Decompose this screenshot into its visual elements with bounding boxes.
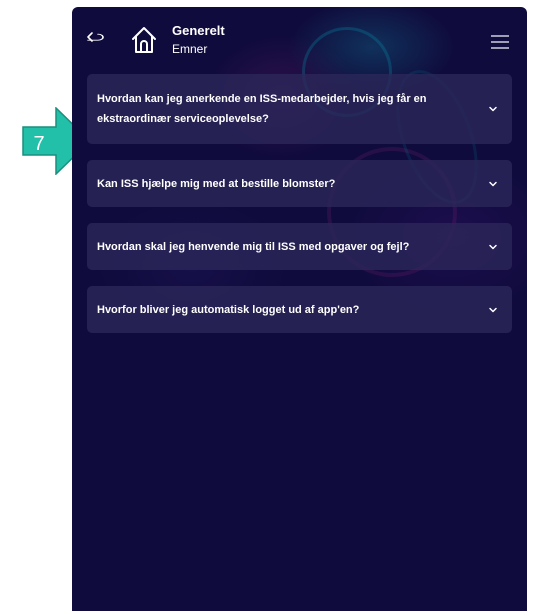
annotation-number: 7 (33, 133, 45, 155)
chevron-down-icon (489, 307, 497, 312)
faq-list: Hvordan kan jeg anerkende en ISS-medarbe… (87, 74, 512, 349)
faq-item[interactable]: Hvorfor bliver jeg automatisk logget ud … (87, 286, 512, 333)
faq-item[interactable]: Hvordan skal jeg henvende mig til ISS me… (87, 223, 512, 270)
app-panel: Generelt Emner Hvordan kan jeg anerkende… (72, 7, 527, 611)
faq-question: Kan ISS hjælpe mig med at bestille bloms… (97, 177, 336, 190)
home-button[interactable] (130, 25, 158, 55)
faq-question: Hvordan kan jeg anerkende en ISS-medarbe… (97, 93, 427, 125)
faq-question: Hvordan skal jeg henvende mig til ISS me… (97, 240, 410, 253)
faq-question: Hvorfor bliver jeg automatisk logget ud … (97, 303, 360, 316)
faq-item[interactable]: Kan ISS hjælpe mig med at bestille bloms… (87, 160, 512, 207)
chevron-down-icon (489, 244, 497, 249)
home-icon (132, 27, 156, 53)
back-arrow-icon (87, 32, 104, 42)
faq-item[interactable]: Hvordan kan jeg anerkende en ISS-medarbe… (87, 74, 512, 144)
chevron-down-icon (489, 106, 497, 112)
menu-button[interactable] (490, 34, 510, 50)
page-subtitle: Emner (172, 42, 208, 56)
header-titles: Generelt Emner (172, 23, 225, 57)
chevron-down-icon (489, 181, 497, 186)
header-bar: Generelt Emner (72, 7, 527, 69)
page-title: Generelt (172, 23, 225, 38)
hamburger-menu-icon (491, 35, 509, 49)
back-button[interactable] (86, 29, 106, 47)
